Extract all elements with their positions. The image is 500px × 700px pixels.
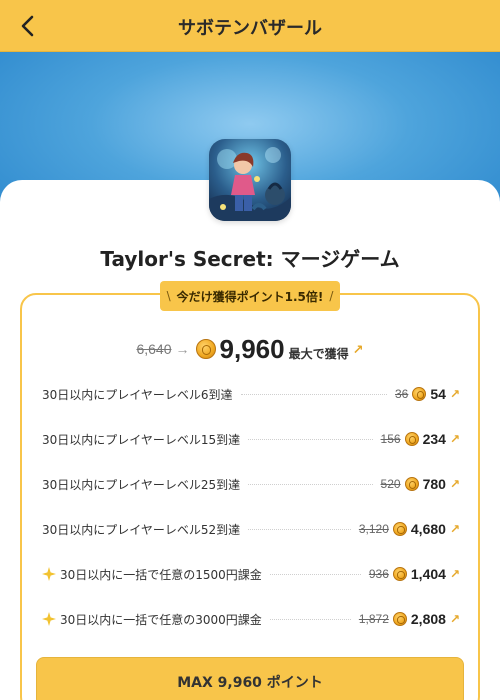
app-icon-artwork: [209, 139, 291, 221]
task-new-points: 234: [422, 431, 446, 447]
app-icon: [209, 139, 291, 221]
total-reward: 6,640 → 9,960 最大で獲得 ↗: [0, 333, 500, 365]
dotted-leader: [269, 573, 361, 575]
top-bar: サボテンバザール: [0, 0, 500, 52]
promo-slash-left: \: [166, 289, 171, 303]
arrow-up-right-icon: ↗: [449, 477, 460, 491]
dotted-leader: [248, 483, 373, 485]
page-title: サボテンバザール: [178, 18, 322, 39]
arrow-up-right-icon: ↗: [449, 432, 460, 446]
task-old-points: 936: [368, 567, 389, 581]
dotted-leader: [248, 528, 351, 530]
task-label: 30日以内に一括で任意の3000円課金: [60, 612, 262, 627]
task-old-points: 156: [380, 432, 401, 446]
arrow-up-right-icon: ↗: [449, 567, 460, 581]
promo-badge: \ 今だけ獲得ポイント1.5倍! /: [160, 281, 340, 311]
sparkle-icon: [42, 567, 56, 581]
arrow-right-icon: →: [175, 341, 190, 357]
total-label: 最大で獲得: [288, 346, 349, 361]
arrow-up-right-icon: ↗: [449, 522, 460, 536]
sparkle-icon: [42, 612, 56, 626]
task-row: 30日以内に一括で任意の3000円課金 1,872 2,808 ↗: [42, 608, 460, 630]
total-new-points: 9,960: [219, 333, 285, 364]
task-label: 30日以内にプレイヤーレベル52到達: [42, 522, 241, 537]
arrow-up-right-icon: ↗: [352, 342, 364, 357]
task-label: 30日以内にプレイヤーレベル6到達: [42, 387, 233, 402]
task-old-points: 520: [380, 477, 401, 491]
task-new-points: 1,404: [410, 566, 446, 582]
task-old-points: 3,120: [358, 522, 389, 536]
task-label: 30日以内にプレイヤーレベル25到達: [42, 477, 241, 492]
coin-icon: [404, 432, 419, 446]
total-old-points: 6,640: [136, 341, 172, 357]
task-new-points: 780: [422, 476, 446, 492]
task-row: 30日以内にプレイヤーレベル15到達 156 234 ↗: [42, 428, 460, 450]
coin-icon: [392, 522, 407, 536]
task-row: 30日以内にプレイヤーレベル52到達 3,120 4,680 ↗: [42, 518, 460, 540]
coin-icon: [404, 477, 419, 491]
task-old-points: 1,872: [358, 612, 389, 626]
task-new-points: 2,808: [410, 611, 446, 627]
task-row: 30日以内にプレイヤーレベル25到達 520 780 ↗: [42, 473, 460, 495]
task-label: 30日以内にプレイヤーレベル15到達: [42, 432, 241, 447]
dotted-leader: [269, 618, 351, 620]
task-old-points: 36: [395, 387, 409, 401]
promo-slash-right: /: [329, 289, 334, 303]
arrow-up-right-icon: ↗: [449, 612, 460, 626]
coin-icon: [195, 339, 216, 359]
max-points-button[interactable]: MAX 9,960 ポイント: [36, 657, 464, 700]
dotted-leader: [240, 393, 387, 395]
promo-badge-text: 今だけ獲得ポイント1.5倍!: [176, 289, 324, 304]
task-row: 30日以内に一括で任意の1500円課金 936 1,404 ↗: [42, 563, 460, 585]
coin-icon: [412, 387, 427, 401]
task-new-points: 4,680: [410, 521, 446, 537]
coin-icon: [392, 612, 407, 626]
task-row: 30日以内にプレイヤーレベル6到達 36 54 ↗: [42, 383, 460, 405]
dotted-leader: [248, 438, 373, 440]
task-new-points: 54: [430, 386, 446, 402]
task-label: 30日以内に一括で任意の1500円課金: [60, 567, 262, 582]
app-title: Taylor's Secret: マージゲーム: [100, 247, 400, 271]
coin-icon: [392, 567, 407, 581]
arrow-up-right-icon: ↗: [449, 387, 460, 401]
